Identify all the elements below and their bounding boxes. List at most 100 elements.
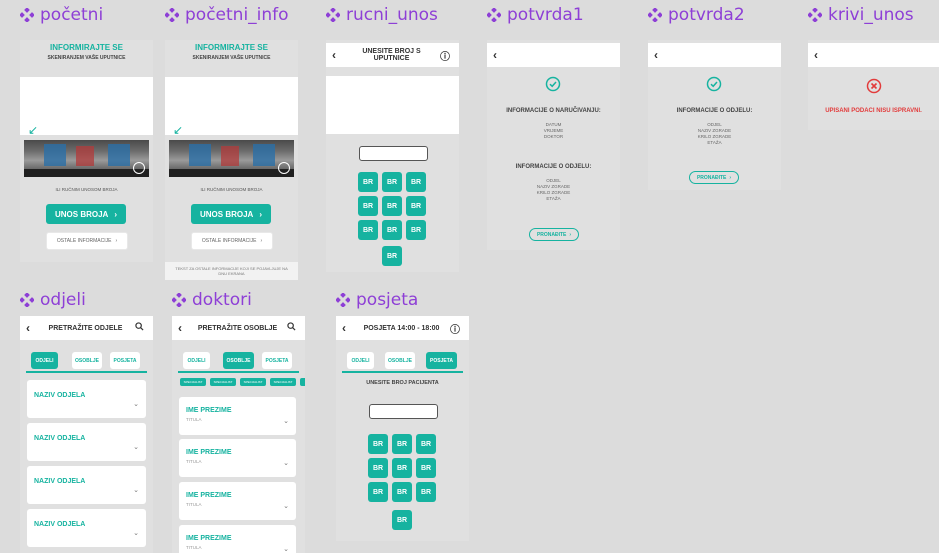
pronadite-button[interactable]: PRONAĐITE › [689,171,739,184]
component-icon [808,8,822,22]
back-icon[interactable]: ‹ [26,321,40,335]
back-icon[interactable]: ‹ [654,48,668,62]
search-icon[interactable] [283,322,299,334]
keypad-key[interactable]: BR [382,220,402,240]
keypad-key[interactable]: BR [406,172,426,192]
frame-title-krivi-unos: krivi_unos [808,5,914,25]
keypad-key[interactable]: BR [368,434,388,454]
back-icon[interactable]: ‹ [342,321,356,335]
tab-odjeli[interactable]: ODJELI [183,352,210,369]
keypad-key[interactable]: BR [382,246,402,266]
search-bar[interactable]: ‹ PRETRAŽITE OSOBLJE [172,316,305,340]
back-icon[interactable]: ‹ [493,48,507,62]
frame-name: krivi_unos [828,5,914,25]
tab-posjeta[interactable]: POSJETA [110,352,140,369]
screen-potvrda1: ‹ INFORMACIJE O NARUČIVANJU: DATUM VRIJE… [487,40,620,250]
keypad-key[interactable]: BR [416,434,436,454]
success-check-icon [706,76,722,92]
screen-odjeli: ‹ PRETRAŽITE ODJELE ODJELI OSOBLJE POSJE… [20,316,153,553]
unos-broja-button[interactable]: UNOS BROJA › [191,204,271,224]
card-title: NAZIV ODJELA [34,521,86,528]
chevron-right-icon: › [115,238,118,244]
headline: INFORMIRAJTE SE [50,43,123,52]
tab-osoblje[interactable]: OSOBLJE [72,352,102,369]
keypad-key[interactable]: BR [392,482,412,502]
filter-chip[interactable]: SPECIJALIST [270,378,296,386]
department-card[interactable]: NAZIV ODJELA ⌄ [27,466,146,504]
screen-pocetni: INFORMIRAJTE SE SKENIRANJEM VAŠE UPUTNIC… [20,40,153,262]
unos-broja-button[interactable]: UNOS BROJA › [46,204,126,224]
card-title: NAZIV ODJELA [34,478,86,485]
chevron-right-icon: › [259,209,262,219]
doctor-card[interactable]: IME PREZIME TITULA ⌄ [179,397,296,435]
frame-title-pocetni-info: početni_info [165,5,289,25]
search-icon[interactable] [131,322,147,334]
keypad-key[interactable]: BR [392,434,412,454]
component-icon [648,8,662,22]
success-check-icon [545,76,561,92]
chevron-down-icon: ⌄ [283,418,289,425]
chevron-right-icon: › [569,231,572,238]
screen-rucni-unos: ‹ UNESITE BROJ S UPUTNICE ⓘ BR BR BR BR … [326,40,459,272]
back-icon[interactable]: ‹ [178,321,192,335]
doctor-card[interactable]: IME PREZIME TITULA ⌄ [179,439,296,477]
keypad-key[interactable]: BR [406,220,426,240]
frame-name: rucni_unos [346,5,438,25]
keypad-key[interactable]: BR [392,458,412,478]
chevron-down-icon: ⌄ [133,401,139,408]
pronadite-button[interactable]: PRONAĐITE › [529,228,579,241]
frame-title-rucni-unos: rucni_unos [326,5,438,25]
check-icon [133,162,145,174]
frame-name: posjeta [356,290,419,310]
filter-chip[interactable]: SPECIJALIST [210,378,236,386]
frame-title-posjeta: posjeta [336,290,418,310]
component-icon [165,8,179,22]
tab-posjeta[interactable]: POSJETA [262,352,292,369]
info-line: DOKTOR [543,134,564,139]
ostale-informacije-button[interactable]: OSTALE INFORMACIJE › [46,232,128,250]
tab-osoblje[interactable]: OSOBLJE [385,352,415,369]
keypad-key[interactable]: BR [416,458,436,478]
keypad-key[interactable]: BR [358,196,378,216]
info-icon[interactable]: ⓘ [447,321,463,336]
card-subtitle: TITULA [186,459,202,464]
keypad-key[interactable]: BR [392,510,412,530]
search-bar[interactable]: ‹ PRETRAŽITE ODJELE [20,316,153,340]
keypad-key[interactable]: BR [406,196,426,216]
back-icon[interactable]: ‹ [814,48,828,62]
chevron-down-icon: ⌄ [283,503,289,510]
headline: INFORMIRAJTE SE [195,43,268,52]
number-input[interactable] [359,146,428,161]
header-title: UNESITE BROJ S UPUTNICE [362,48,421,62]
manual-text: ILI RUČNIM UNOSOM BROJA [200,187,263,192]
keypad-key[interactable]: BR [416,482,436,502]
doctor-card[interactable]: IME PREZIME TITULA ⌄ [179,482,296,520]
patient-number-input[interactable] [369,404,438,419]
filter-chip-partial[interactable] [300,378,305,386]
tab-osoblje[interactable]: OSOBLJE [223,352,254,369]
keypad-key[interactable]: BR [382,196,402,216]
filter-chip[interactable]: SPECIJALIST [240,378,266,386]
check-icon [278,162,290,174]
button-label: UNOS BROJA [54,209,109,219]
tab-posjeta[interactable]: POSJETA [426,352,457,369]
info-icon[interactable]: ⓘ [437,48,453,63]
back-icon[interactable]: ‹ [332,48,346,62]
ostale-informacije-button[interactable]: OSTALE INFORMACIJE › [191,232,273,250]
keypad-key[interactable]: BR [382,172,402,192]
card-title: NAZIV ODJELA [34,392,86,399]
department-card[interactable]: NAZIV ODJELA ⌄ [27,423,146,461]
card-title: IME PREZIME [186,407,232,414]
filter-chip[interactable]: SPECIJALIST [180,378,206,386]
tab-odjeli[interactable]: ODJELI [31,352,58,369]
error-message: UPISANI PODACI NISU ISPRAVNI. [825,108,922,114]
info-footer: TEKST ZA OSTALE INFORMACIJE KOJI SE POJA… [165,262,298,280]
department-card[interactable]: NAZIV ODJELA ⌄ [27,509,146,547]
keypad-key[interactable]: BR [368,482,388,502]
doctor-card[interactable]: IME PREZIME TITULA ⌄ [179,525,296,553]
keypad-key[interactable]: BR [358,220,378,240]
department-card[interactable]: NAZIV ODJELA ⌄ [27,380,146,418]
keypad-key[interactable]: BR [358,172,378,192]
tab-odjeli[interactable]: ODJELI [347,352,374,369]
keypad-key[interactable]: BR [368,458,388,478]
